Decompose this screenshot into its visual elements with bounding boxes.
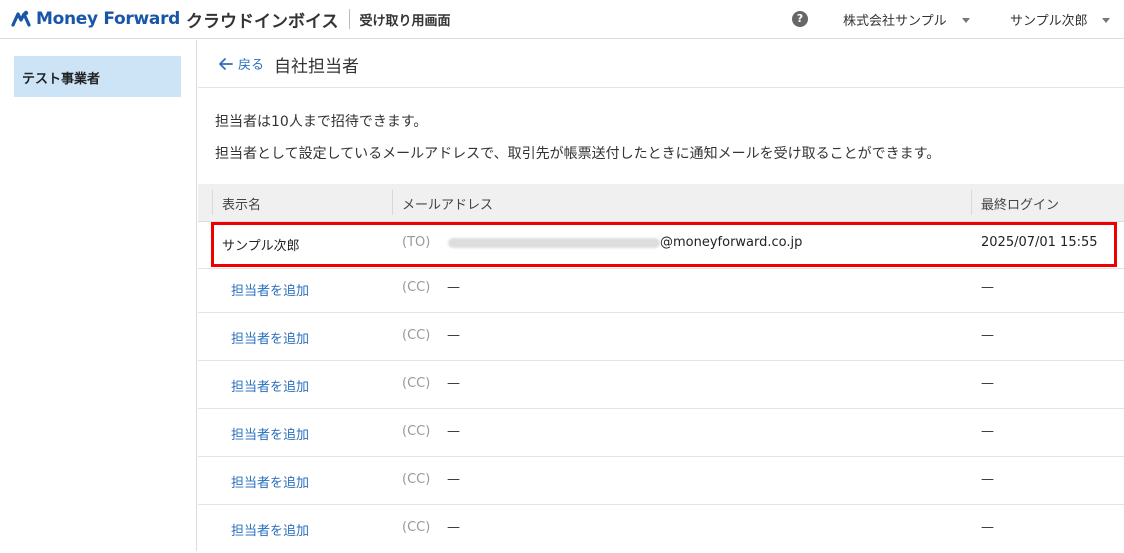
row-last-login: — — [981, 472, 994, 487]
row-email: — — [447, 520, 460, 535]
row-type: (CC) — [402, 472, 431, 487]
table-row: 担当者を追加 (CC) — — — [198, 505, 1124, 553]
column-header-email: メールアドレス — [402, 198, 494, 213]
page-title: 自社担当者 — [274, 57, 359, 77]
divider — [198, 87, 1124, 88]
row-last-login: — — [981, 520, 994, 535]
add-contact-link[interactable]: 担当者を追加 — [231, 520, 309, 539]
table-header: 表示名 メールアドレス 最終ログイン — [198, 184, 1124, 222]
table-row: 担当者を追加 (CC) — — — [198, 409, 1124, 457]
row-type: (CC) — [402, 328, 431, 343]
table-row: 担当者を追加 (CC) — — — [198, 265, 1124, 313]
back-label: 戻る — [238, 58, 265, 73]
row-last-login: — — [981, 376, 994, 391]
help-icon[interactable]: ? — [792, 11, 808, 27]
back-link[interactable]: 戻る — [218, 54, 264, 73]
logo[interactable]: Money Forward クラウドインボイス 受け取り用画面 — [10, 7, 451, 32]
row-last-login: — — [981, 424, 994, 439]
row-last-login: — — [981, 328, 994, 343]
description-notification: 担当者として設定しているメールアドレスで、取引先が帳票送付したときに通知メールを… — [215, 146, 941, 162]
row-email: — — [447, 376, 460, 391]
user-name: サンプル次郎 — [1010, 14, 1088, 29]
company-menu[interactable]: 株式会社サンプル — [843, 10, 947, 29]
row-email: — — [447, 472, 460, 487]
row-type: (CC) — [402, 376, 431, 391]
description-limit: 担当者は10人まで招待できます。 — [215, 114, 428, 130]
row-last-login: — — [981, 280, 994, 295]
row-type: (CC) — [402, 280, 431, 295]
row-email: — — [447, 280, 460, 295]
add-contact-link[interactable]: 担当者を追加 — [231, 328, 309, 347]
add-contact-link[interactable]: 担当者を追加 — [231, 424, 309, 443]
chevron-down-icon[interactable] — [962, 18, 970, 23]
highlight-box — [211, 222, 1117, 267]
sidebar: テスト事業者 — [0, 40, 197, 551]
user-menu[interactable]: サンプル次郎 — [1010, 10, 1088, 29]
column-separator — [212, 190, 213, 215]
money-forward-logo-icon — [11, 10, 31, 27]
screen-mode-label: 受け取り用画面 — [359, 13, 451, 29]
header-divider — [348, 9, 350, 29]
column-header-last-login: 最終ログイン — [981, 198, 1060, 213]
column-separator — [392, 190, 393, 215]
table-row: 担当者を追加 (CC) — — — [198, 313, 1124, 361]
table-row: 担当者を追加 (CC) — — — [198, 361, 1124, 409]
row-type: (CC) — [402, 520, 431, 535]
column-header-name: 表示名 — [222, 198, 262, 213]
sidebar-item-label: テスト事業者 — [22, 72, 101, 87]
company-name: 株式会社サンプル — [843, 14, 947, 29]
row-email: — — [447, 328, 460, 343]
table-row: 担当者を追加 (CC) — — — [198, 457, 1124, 505]
app-header: Money Forward クラウドインボイス 受け取り用画面 ? 株式会社サン… — [0, 0, 1124, 39]
column-separator — [971, 190, 972, 215]
add-contact-link[interactable]: 担当者を追加 — [231, 472, 309, 491]
arrow-left-icon — [219, 57, 233, 70]
chevron-down-icon[interactable] — [1102, 18, 1110, 23]
row-email: — — [447, 424, 460, 439]
sidebar-item-business[interactable]: テスト事業者 — [14, 56, 181, 97]
product-name: クラウドインボイス — [186, 11, 339, 32]
row-type: (CC) — [402, 424, 431, 439]
brand-name: Money Forward — [36, 9, 181, 29]
add-contact-link[interactable]: 担当者を追加 — [231, 376, 309, 395]
add-contact-link[interactable]: 担当者を追加 — [231, 280, 309, 299]
